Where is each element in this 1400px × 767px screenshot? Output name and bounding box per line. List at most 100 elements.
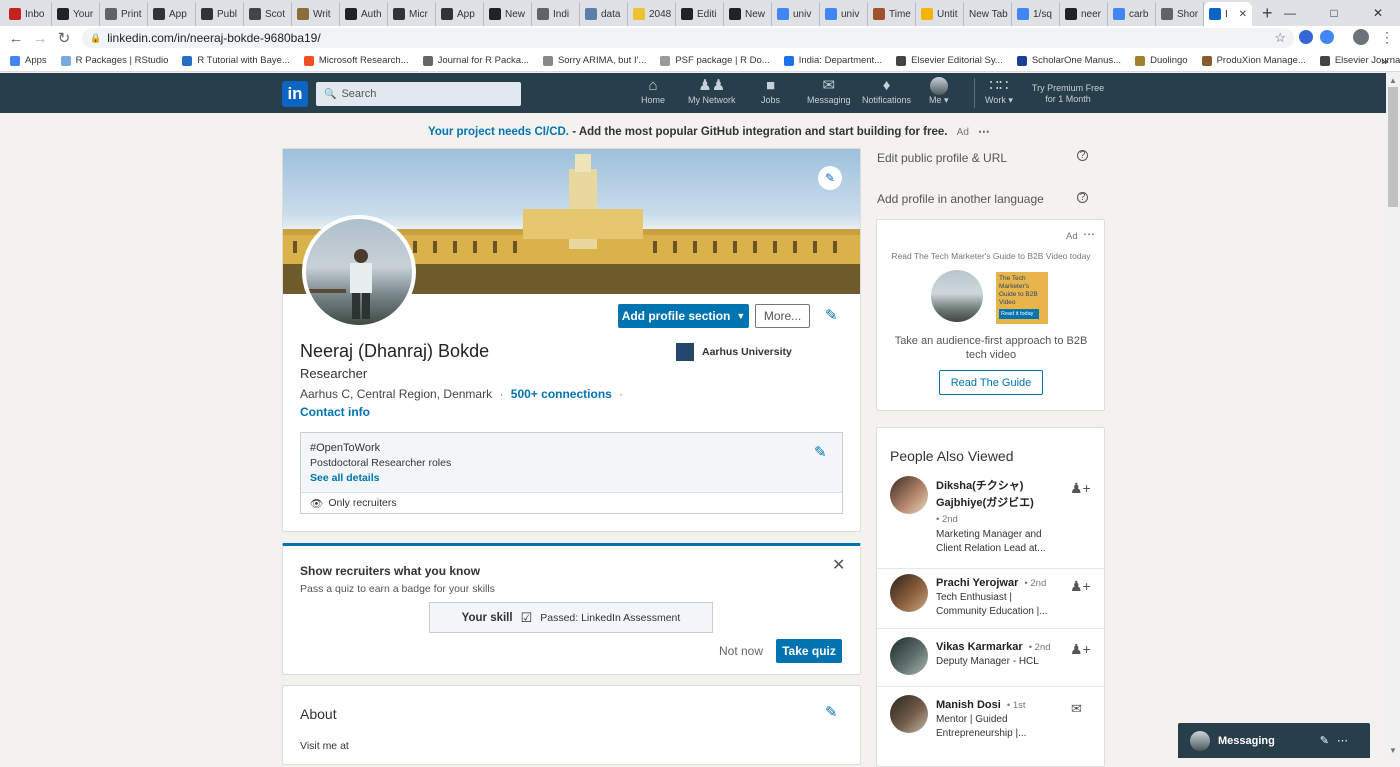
scrollbar-thumb[interactable] <box>1388 87 1398 207</box>
bookmarks-overflow-icon[interactable]: » <box>1381 54 1388 68</box>
nav-notifications[interactable]: ♦ Notifications <box>862 77 911 111</box>
browser-tab[interactable]: Print <box>100 2 148 26</box>
browser-tab[interactable]: New <box>484 2 532 26</box>
school-link[interactable]: Aarhus University <box>676 343 792 361</box>
bookmark-item[interactable]: ProduXion Manage... <box>1201 55 1306 66</box>
bookmark-item[interactable]: Journal for R Packa... <box>422 55 529 66</box>
edit-banner-button[interactable]: ✎ <box>818 166 842 190</box>
bookmark-item[interactable]: R Packages | RStudio <box>60 55 168 66</box>
help-icon[interactable]: ? <box>1077 192 1088 203</box>
browser-tab[interactable]: Indi <box>532 2 580 26</box>
address-bar[interactable]: 🔒 linkedin.com/in/neeraj-bokde-9680ba19/… <box>82 28 1294 48</box>
ad-more-icon[interactable]: ⋯ <box>978 126 990 138</box>
search-input[interactable]: 🔍 Search <box>316 82 521 106</box>
browser-tab[interactable]: Untit <box>916 2 964 26</box>
scroll-up-icon[interactable]: ▲ <box>1389 76 1397 85</box>
bookmark-item[interactable]: ScholarOne Manus... <box>1016 55 1121 66</box>
browser-tab[interactable]: univ <box>772 2 820 26</box>
connect-person-icon[interactable]: ♟+ <box>1070 480 1091 497</box>
browser-tab[interactable]: I ✕ <box>1204 2 1252 26</box>
edit-public-profile-link[interactable]: Edit public profile & URL <box>877 151 1007 165</box>
nav-jobs[interactable]: ■ Jobs <box>761 77 780 111</box>
close-tab-icon[interactable]: ✕ <box>1239 9 1247 20</box>
bookmark-star-icon[interactable]: ☆ <box>1274 30 1286 46</box>
not-now-button[interactable]: Not now <box>719 644 763 658</box>
minimize-icon[interactable]: — <box>1268 0 1312 26</box>
ad-link[interactable]: Your project needs CI/CD. <box>428 126 569 138</box>
person-item[interactable]: Prachi Yerojwar • 2nd Tech Enthusiast | … <box>877 574 1105 626</box>
add-language-profile-link[interactable]: Add profile in another language <box>877 192 1044 206</box>
bookmark-item[interactable]: R Tutorial with Baye... <box>182 55 290 66</box>
person-item[interactable]: Manish Dosi • 1st Mentor | Guided Entrep… <box>877 695 1105 745</box>
browser-tab[interactable]: Micr <box>388 2 436 26</box>
bookmark-item[interactable]: Duolingo <box>1135 55 1188 66</box>
person-item[interactable]: Diksha(チクシャ) Gajbhiye(ガジビエ) • 2nd Market… <box>877 476 1105 566</box>
more-button[interactable]: More... <box>755 304 810 328</box>
browser-tab[interactable]: data <box>580 2 628 26</box>
add-profile-section-button[interactable]: Add profile section ▼ <box>618 304 749 328</box>
bookmark-item[interactable]: Elsevier Editorial Sy... <box>896 55 1003 66</box>
messaging-overlay-bar[interactable]: Messaging ✎⋯ <box>1178 723 1370 758</box>
nav-home[interactable]: ⌂ Home <box>641 77 665 111</box>
top-ad-banner[interactable]: Your project needs CI/CD. - Add the most… <box>428 124 990 138</box>
take-quiz-button[interactable]: Take quiz <box>776 639 842 663</box>
connect-person-icon[interactable]: ♟+ <box>1070 578 1091 595</box>
see-all-details-link[interactable]: See all details <box>310 472 379 484</box>
bookmark-item[interactable]: India: Department... <box>783 55 882 66</box>
profile-photo[interactable] <box>302 215 416 329</box>
browser-tab[interactable]: univ <box>820 2 868 26</box>
browser-tab[interactable]: Inbo <box>4 2 52 26</box>
browser-tab[interactable]: Publ <box>196 2 244 26</box>
person-item[interactable]: Vikas Karmarkar • 2nd Deputy Manager - H… <box>877 637 1105 681</box>
help-icon[interactable]: ? <box>1077 150 1088 161</box>
premium-link[interactable]: Try Premium Free for 1 Month <box>1030 83 1106 105</box>
browser-tab[interactable]: New Tab <box>964 2 1012 26</box>
browser-tab[interactable]: Editi <box>676 2 724 26</box>
browser-menu-icon[interactable]: ⋮ <box>1380 29 1394 46</box>
contact-info-link[interactable]: Contact info <box>300 405 370 419</box>
edit-open-to-work-pencil-icon[interactable]: ✎ <box>814 443 827 461</box>
back-icon[interactable]: ← <box>4 30 28 47</box>
profile-avatar-icon[interactable] <box>1353 29 1369 45</box>
browser-tab[interactable]: App <box>148 2 196 26</box>
browser-tab[interactable]: Writ <box>292 2 340 26</box>
browser-tab[interactable]: 2048 <box>628 2 676 26</box>
connections-link[interactable]: 500+ connections <box>511 387 612 401</box>
maximize-icon[interactable]: □ <box>1312 0 1356 26</box>
read-guide-button[interactable]: Read The Guide <box>939 370 1043 395</box>
bookmark-item[interactable]: Sorry ARIMA, but I'... <box>542 55 646 66</box>
message-person-icon[interactable]: ✉ <box>1071 701 1082 717</box>
bookmark-item[interactable]: PSF package | R Do... <box>660 55 770 66</box>
browser-tab[interactable]: Scot <box>244 2 292 26</box>
browser-tab[interactable]: Time <box>868 2 916 26</box>
nav-messaging[interactable]: ✉ Messaging <box>807 77 851 111</box>
scroll-down-icon[interactable]: ▼ <box>1389 746 1397 755</box>
nav-me[interactable]: Me ▾ <box>929 77 949 111</box>
browser-tab[interactable]: neer <box>1060 2 1108 26</box>
messaging-more-icon[interactable]: ⋯ <box>1337 735 1356 747</box>
ad-options-icon[interactable]: ⋯ <box>1083 227 1095 241</box>
nav-work[interactable]: ∷∷ Work ▾ <box>985 77 1013 111</box>
page-scrollbar[interactable]: ▲ ▼ <box>1386 73 1400 758</box>
forward-icon[interactable]: → <box>28 30 52 47</box>
browser-tab[interactable]: Your <box>52 2 100 26</box>
browser-tab[interactable]: App <box>436 2 484 26</box>
dismiss-quiz-icon[interactable]: ✕ <box>832 555 845 575</box>
browser-tab[interactable]: 1/sq <box>1012 2 1060 26</box>
linkedin-logo[interactable]: in <box>282 81 308 107</box>
browser-tab[interactable]: Shor <box>1156 2 1204 26</box>
browser-tab[interactable]: New <box>724 2 772 26</box>
connect-person-icon[interactable]: ♟+ <box>1070 641 1091 658</box>
bookmark-item[interactable]: Apps <box>10 55 47 66</box>
browser-tab[interactable]: carb <box>1108 2 1156 26</box>
edit-intro-pencil-icon[interactable]: ✎ <box>825 306 838 324</box>
reload-icon[interactable]: ↻ <box>52 29 76 47</box>
extension-icon[interactable] <box>1299 30 1313 44</box>
extension-icon[interactable] <box>1320 30 1334 44</box>
browser-tab[interactable]: Auth <box>340 2 388 26</box>
bookmark-item[interactable]: Microsoft Research... <box>303 55 409 66</box>
compose-icon[interactable]: ✎ <box>1320 735 1337 747</box>
edit-about-pencil-icon[interactable]: ✎ <box>825 703 838 721</box>
nav-my-network[interactable]: ♟♟ My Network <box>688 77 736 111</box>
close-window-icon[interactable]: ✕ <box>1356 0 1400 26</box>
